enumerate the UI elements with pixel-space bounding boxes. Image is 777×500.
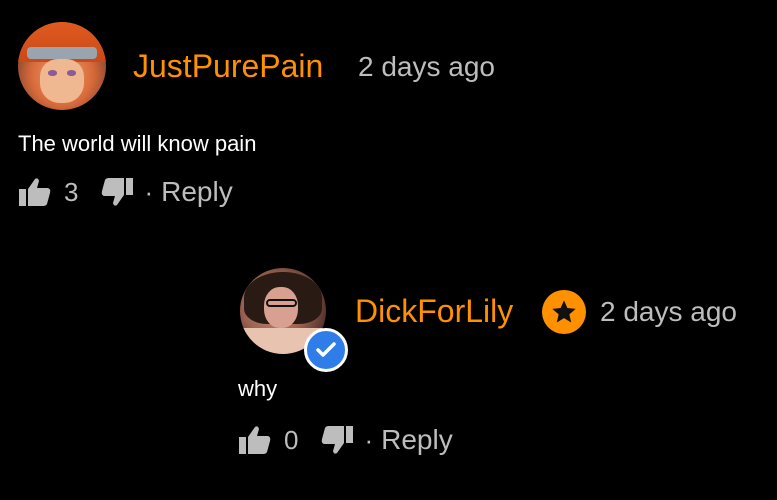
- checkmark-icon: [316, 342, 336, 357]
- thumbs-down-icon[interactable]: [100, 177, 134, 207]
- username[interactable]: JustPurePain: [133, 48, 323, 85]
- comment-text: why: [238, 376, 278, 401]
- comment-text: The world will know pain: [18, 131, 257, 156]
- thumbs-up-icon[interactable]: [18, 177, 52, 207]
- star-icon: [542, 290, 586, 334]
- reply-button[interactable]: Reply: [161, 176, 233, 208]
- thumbs-down-icon[interactable]: [320, 425, 354, 455]
- avatar-face: [40, 58, 84, 103]
- separator: ·: [144, 176, 154, 207]
- verified-badge: [304, 328, 348, 372]
- reply-button[interactable]: Reply: [381, 424, 453, 456]
- username[interactable]: DickForLily: [355, 293, 513, 330]
- like-count: 0: [284, 424, 299, 455]
- avatar[interactable]: [18, 22, 106, 110]
- thumbs-up-icon[interactable]: [238, 425, 272, 455]
- timestamp: 2 days ago: [600, 296, 737, 327]
- separator: ·: [364, 424, 374, 455]
- comment-actions: 0 · Reply: [238, 424, 453, 456]
- avatar-eye: [67, 70, 77, 76]
- avatar-eye: [47, 70, 57, 76]
- avatar-glasses: [265, 298, 297, 307]
- timestamp: 2 days ago: [358, 51, 495, 82]
- comment-actions: 3 · Reply: [18, 176, 233, 208]
- avatar-face: [264, 286, 299, 329]
- avatar-headband: [26, 46, 98, 59]
- like-count: 3: [64, 176, 79, 207]
